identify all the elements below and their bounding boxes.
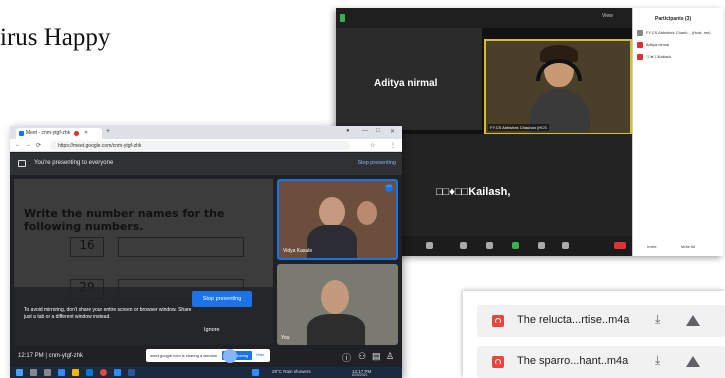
- list-item[interactable]: The sparro...hant..m4a ⤓: [477, 346, 725, 378]
- drive-file-list: The relucta...rtise..m4a ⤓ The sparro...…: [463, 291, 725, 378]
- zoom-icon[interactable]: [114, 369, 121, 376]
- close-tab-icon[interactable]: ✕: [84, 130, 88, 136]
- mute-all-button[interactable]: Mute All: [681, 244, 695, 249]
- microphone-button[interactable]: [223, 349, 237, 363]
- zoom-top-bar: View: [336, 8, 632, 28]
- presenting-text: You're presenting to everyone: [34, 160, 114, 166]
- download-icon[interactable]: ⤓: [655, 312, 660, 327]
- participant-name: Aditya nirmal: [374, 78, 438, 89]
- google-drive-icon[interactable]: [686, 356, 700, 367]
- video-tile-aditya[interactable]: Aditya nirmal: [336, 28, 482, 130]
- participant-name: □□♦□□Kailash,: [436, 186, 511, 198]
- tab-meet[interactable]: Meet - cnm-ytgf-zhk ✕: [16, 128, 102, 139]
- search-icon[interactable]: [30, 369, 37, 376]
- number-box: 16: [70, 237, 104, 257]
- participant-row[interactable]: □□♦□□Kailash,: [637, 54, 672, 60]
- word-icon[interactable]: [128, 369, 135, 376]
- participants-title: Participants (3): [655, 16, 692, 22]
- participant-name: Vidya Kasale: [283, 248, 313, 254]
- view-button[interactable]: View: [602, 13, 613, 19]
- shared-screen: Write the number names for the following…: [14, 179, 273, 345]
- video-tile-active-speaker[interactable]: FY.CS Abhishek Chauhan (HCS: [484, 39, 632, 135]
- meet-favicon-icon: [19, 131, 24, 136]
- participant-caption: FY.CS Abhishek Chauhan (HCS: [488, 124, 549, 131]
- forward-icon[interactable]: →: [25, 142, 31, 148]
- url-field[interactable]: https://meet.google.com/cnm-ytgf-zhk: [50, 141, 350, 150]
- video-tile-self[interactable]: You: [277, 264, 398, 345]
- video-tile-vidya[interactable]: ⋯ Vidya Kasale: [277, 179, 398, 260]
- menu-icon[interactable]: ⋮: [390, 142, 396, 149]
- start-icon[interactable]: [16, 369, 23, 376]
- audio-file-icon: [492, 315, 504, 327]
- warning-message: To avoid mirroring, don't share your ent…: [24, 307, 192, 321]
- meet-controls-bar: 12:17 PM | cnm-ytgf-zhk meet.google.com …: [10, 345, 402, 367]
- google-drive-icon[interactable]: [686, 315, 700, 326]
- file-name: The relucta...rtise..m4a: [517, 314, 630, 326]
- participants-icon[interactable]: [460, 242, 467, 249]
- hide-button[interactable]: Hide: [256, 352, 264, 357]
- record-indicator-icon: ●: [346, 128, 350, 134]
- file-explorer-icon[interactable]: [72, 369, 79, 376]
- new-tab-icon[interactable]: +: [106, 128, 110, 135]
- participant-video-image: [321, 280, 349, 314]
- present-screen-icon: [18, 160, 26, 167]
- avatar: [637, 42, 643, 48]
- answer-box: [118, 237, 244, 257]
- participant-row[interactable]: Aditya nirmal: [637, 42, 669, 48]
- more-options-icon[interactable]: ⋯: [385, 184, 393, 192]
- reactions-icon[interactable]: [562, 242, 569, 249]
- chrome-icon[interactable]: [100, 369, 107, 376]
- edge-icon[interactable]: [58, 369, 65, 376]
- list-item[interactable]: The relucta...rtise..m4a ⤓: [477, 305, 725, 337]
- chrome-meet-window: Meet - cnm-ytgf-zhk ✕ + ● — □ ✕ ← → ⟳ ht…: [10, 126, 402, 378]
- star-icon[interactable]: ☆: [370, 142, 375, 149]
- recording-dot-icon: [74, 131, 79, 136]
- participant-row[interactable]: FY.CS Abhishek Chauh... (Host, me): [637, 30, 711, 36]
- meeting-info: 12:17 PM | cnm-ytgf-zhk: [18, 353, 83, 359]
- invite-button[interactable]: Invite: [647, 244, 657, 249]
- avatar: [637, 54, 643, 60]
- sharing-popup: meet.google.com is sharing a window. Sto…: [146, 349, 270, 362]
- shield-icon[interactable]: [340, 14, 345, 22]
- file-name: The sparro...hant..m4a: [517, 355, 629, 367]
- task-view-icon[interactable]: [44, 369, 51, 376]
- mirroring-warning-dialog: To avoid mirroring, don't share your ent…: [14, 287, 273, 345]
- stop-presenting-link[interactable]: Stop presenting: [357, 160, 396, 166]
- participant-video-image: [526, 45, 596, 133]
- ignore-button[interactable]: Ignore: [204, 327, 220, 333]
- people-icon[interactable]: ⚇: [358, 351, 366, 362]
- participants-panel: Participants (3) FY.CS Abhishek Chauh...…: [632, 8, 723, 256]
- record-icon[interactable]: [538, 242, 545, 249]
- audio-file-icon: [492, 356, 504, 368]
- back-icon[interactable]: ←: [15, 142, 21, 148]
- reload-icon[interactable]: ⟳: [36, 142, 41, 149]
- chat-icon[interactable]: [486, 242, 493, 249]
- download-icon[interactable]: ⤓: [655, 353, 660, 368]
- tab-strip: Meet - cnm-ytgf-zhk ✕ + ● — □ ✕: [10, 126, 402, 139]
- stop-presenting-button[interactable]: Stop presenting: [192, 291, 252, 307]
- chat-icon[interactable]: ▤: [372, 351, 381, 362]
- zoom-tray-icon[interactable]: [252, 369, 259, 376]
- mute-icon[interactable]: [426, 242, 433, 249]
- maximize-icon[interactable]: □: [376, 128, 380, 134]
- worksheet-title: Write the number names for the following…: [24, 207, 225, 233]
- screen: irus Happy View Aditya nirmal FY.CS Abhi…: [0, 0, 725, 378]
- document-text: irus Happy: [0, 24, 111, 51]
- weather-text[interactable]: 29°C Rain showers: [272, 369, 311, 374]
- avatar: [637, 30, 643, 36]
- presenting-banner: You're presenting to everyone Stop prese…: [10, 153, 402, 175]
- windows-taskbar: 29°C Rain showers 12:17 PM 6/25/2021: [10, 367, 402, 378]
- info-icon[interactable]: ⓘ: [342, 351, 351, 364]
- share-screen-icon[interactable]: [512, 242, 519, 249]
- end-meeting-button[interactable]: [614, 242, 626, 249]
- participant-video-image: [319, 197, 345, 227]
- close-window-icon[interactable]: ✕: [390, 128, 395, 135]
- minimize-icon[interactable]: —: [362, 128, 368, 134]
- clock-date[interactable]: 6/25/2021: [352, 373, 368, 377]
- participant-name: You: [281, 335, 290, 341]
- activities-icon[interactable]: ♙: [386, 351, 394, 362]
- address-bar: ← → ⟳ https://meet.google.com/cnm-ytgf-z…: [10, 139, 402, 152]
- store-icon[interactable]: [86, 369, 93, 376]
